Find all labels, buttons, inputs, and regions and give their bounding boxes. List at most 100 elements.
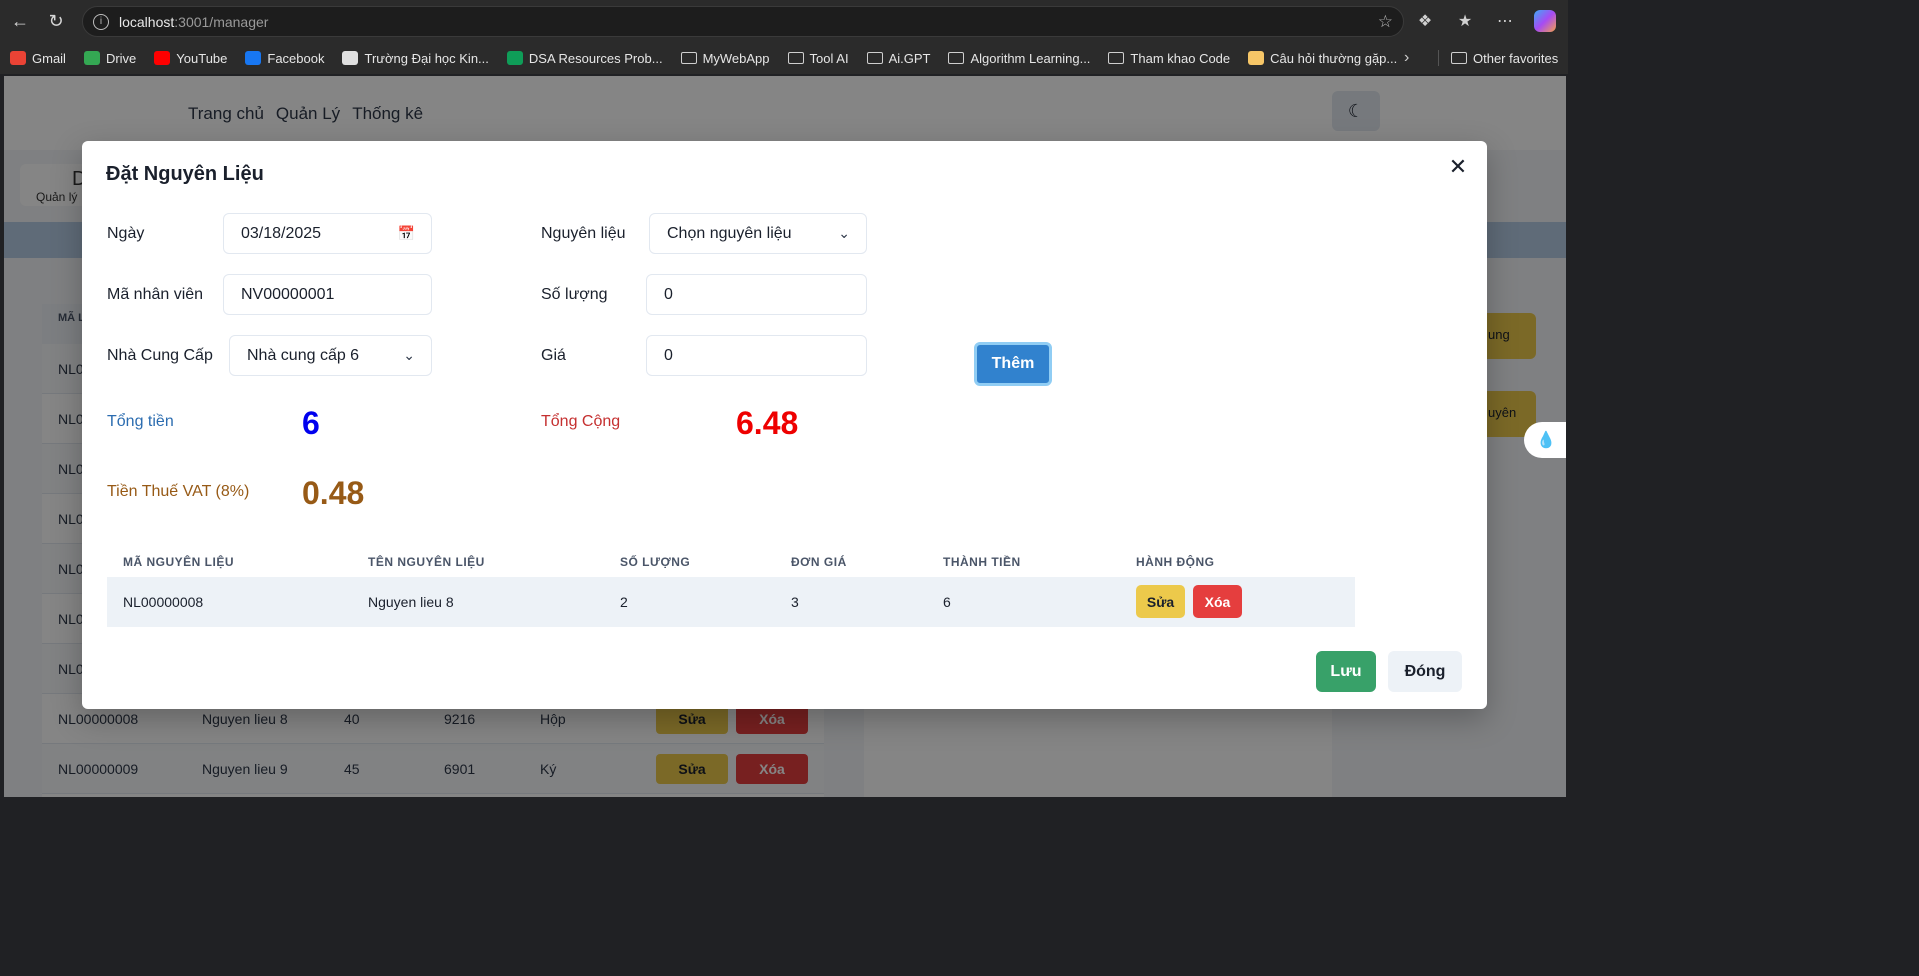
row-name: Nguyen lieu 8	[368, 594, 454, 610]
emoji-icon	[1248, 51, 1265, 65]
folder-icon	[1451, 52, 1467, 64]
bookmarks-overflow-icon[interactable]: ›	[1404, 49, 1409, 67]
employee-label: Mã nhân viên	[107, 286, 204, 303]
chevron-down-icon: ⌄	[838, 225, 850, 241]
date-input[interactable]: 03/18/2025 📅	[223, 213, 432, 254]
gmail-icon	[10, 51, 26, 65]
bookmarks-divider	[1438, 50, 1439, 66]
facebook-icon	[245, 51, 262, 65]
bookmark-label: Tham khao Code	[1130, 50, 1231, 66]
bookmark-item[interactable]: Algorithm Learning...	[948, 51, 1090, 66]
add-button[interactable]: Thêm	[974, 342, 1052, 386]
employee-input[interactable]: NV00000001	[223, 274, 432, 315]
modal-title: Đặt Nguyên Liệu	[106, 163, 264, 185]
table-row: NL00000008 Nguyen lieu 8 2 3 6 Sửa Xóa	[107, 577, 1355, 627]
browser-toolbar: ← ↻ i localhost:3001/manager ☆ ❖ ★ ⋯	[0, 0, 1568, 42]
ingredient-label: Nguyên liệu	[541, 225, 626, 242]
bookmark-label: Gmail	[32, 50, 66, 66]
bookmarks-bar: Gmail Drive YouTube Facebook Trường Đại học …	[0, 42, 1568, 74]
bookmark-item[interactable]: Trường Đại học Kin...	[342, 51, 489, 66]
bookmark-item[interactable]: Gmail	[10, 51, 66, 66]
row-price: 3	[791, 594, 799, 610]
copilot-icon[interactable]	[1530, 6, 1560, 36]
date-value: 03/18/2025	[241, 224, 322, 242]
quantity-input[interactable]: 0	[646, 274, 867, 315]
save-button[interactable]: Lưu	[1316, 651, 1376, 692]
quantity-label: Số lượng	[541, 286, 608, 303]
bookmark-label: Ai.GPT	[888, 50, 931, 66]
bookmark-label: Drive	[105, 50, 137, 66]
folder-icon	[948, 52, 965, 64]
supplier-value: Nhà cung cấp 6	[247, 346, 360, 364]
col-qty: SỐ LƯỢNG	[620, 555, 691, 569]
total-value: 6.48	[736, 405, 799, 441]
youtube-icon	[154, 51, 171, 65]
total-label: Tổng Cộng	[541, 413, 621, 430]
extensions-icon[interactable]: ❖	[1410, 6, 1440, 36]
bookmark-item[interactable]: Tham khao Code	[1108, 51, 1230, 66]
shield-icon	[342, 51, 359, 65]
sheets-icon	[506, 51, 523, 65]
url-path: :3001/manager	[174, 13, 269, 30]
close-button[interactable]: Đóng	[1388, 651, 1462, 692]
col-price: ĐƠN GIÁ	[791, 555, 847, 569]
col-code: MÃ NGUYÊN LIỆU	[123, 555, 235, 569]
other-favorites[interactable]: Other favorites	[1451, 51, 1558, 66]
col-amount: THÀNH TIỀN	[943, 555, 1021, 569]
col-actions: HÀNH ĐỘNG	[1136, 555, 1215, 569]
favorite-star-icon[interactable]: ☆	[1378, 12, 1393, 32]
quantity-value: 0	[664, 285, 673, 303]
bookmark-label: Tool AI	[809, 50, 849, 66]
supplier-select[interactable]: Nhà cung cấp 6 ⌄	[229, 335, 432, 376]
chevron-down-icon: ⌄	[403, 347, 415, 363]
address-bar[interactable]: i localhost:3001/manager ☆	[82, 6, 1404, 37]
row-qty: 2	[620, 594, 628, 610]
floating-assist-icon[interactable]: 💧	[1524, 422, 1566, 458]
more-menu-icon[interactable]: ⋯	[1490, 6, 1520, 36]
row-amount: 6	[943, 594, 951, 610]
supplier-label: Nhà Cung Cấp	[107, 347, 213, 364]
price-input[interactable]: 0	[646, 335, 867, 376]
reload-icon[interactable]: ↻	[38, 3, 74, 39]
calendar-icon[interactable]: 📅	[398, 225, 415, 242]
folder-icon	[1108, 52, 1125, 64]
bookmark-label: Câu hỏi thường gặp...	[1270, 50, 1398, 66]
vat-value: 0.48	[302, 475, 365, 511]
bookmark-label: YouTube	[176, 50, 228, 66]
bookmark-label: MyWebApp	[702, 50, 770, 66]
price-label: Giá	[541, 347, 566, 364]
toolbar-actions: ❖ ★ ⋯	[1410, 0, 1568, 42]
bookmark-item[interactable]: Tool AI	[787, 50, 849, 66]
bookmark-label: Facebook	[267, 50, 325, 66]
bookmark-item[interactable]: Drive	[83, 50, 137, 66]
bookmark-item[interactable]: Facebook	[245, 51, 324, 66]
subtotal-label: Tổng tiền	[107, 413, 174, 430]
bookmark-item[interactable]: DSA Resources Prob...	[506, 50, 663, 66]
bookmark-label: Algorithm Learning...	[970, 50, 1091, 66]
bookmark-item[interactable]: MyWebApp	[680, 50, 770, 66]
folder-icon	[680, 52, 697, 64]
vat-label: Tiền Thuế VAT (8%)	[107, 483, 250, 500]
order-ingredient-modal: Đặt Nguyên Liệu ✕ Ngày 03/18/2025 📅 Mã n…	[82, 141, 1487, 709]
ingredient-select[interactable]: Chọn nguyên liệu ⌄	[649, 213, 867, 254]
delete-row-button[interactable]: Xóa	[1193, 585, 1242, 618]
drive-icon	[83, 51, 100, 65]
site-info-icon[interactable]: i	[93, 13, 109, 30]
bookmark-label: DSA Resources Prob...	[528, 50, 663, 66]
bookmark-item[interactable]: YouTube	[154, 51, 227, 66]
employee-value: NV00000001	[241, 285, 335, 303]
edit-row-button[interactable]: Sửa	[1136, 585, 1185, 618]
order-table-header: MÃ NGUYÊN LIỆU TÊN NGUYÊN LIỆU SỐ LƯỢNG …	[107, 555, 1355, 577]
folder-icon	[787, 52, 804, 64]
ingredient-value: Chọn nguyên liệu	[667, 224, 792, 242]
bookmark-item[interactable]: Câu hỏi thường gặp...	[1248, 51, 1397, 66]
col-name: TÊN NGUYÊN LIỆU	[368, 555, 485, 569]
favorites-icon[interactable]: ★	[1450, 6, 1480, 36]
bookmark-item[interactable]: Ai.GPT	[866, 50, 931, 66]
other-favorites-label: Other favorites	[1473, 50, 1559, 66]
close-icon[interactable]: ✕	[1446, 154, 1470, 179]
row-code: NL00000008	[123, 594, 204, 610]
price-value: 0	[664, 346, 673, 364]
back-icon[interactable]: ←	[2, 3, 38, 39]
date-label: Ngày	[107, 225, 145, 242]
